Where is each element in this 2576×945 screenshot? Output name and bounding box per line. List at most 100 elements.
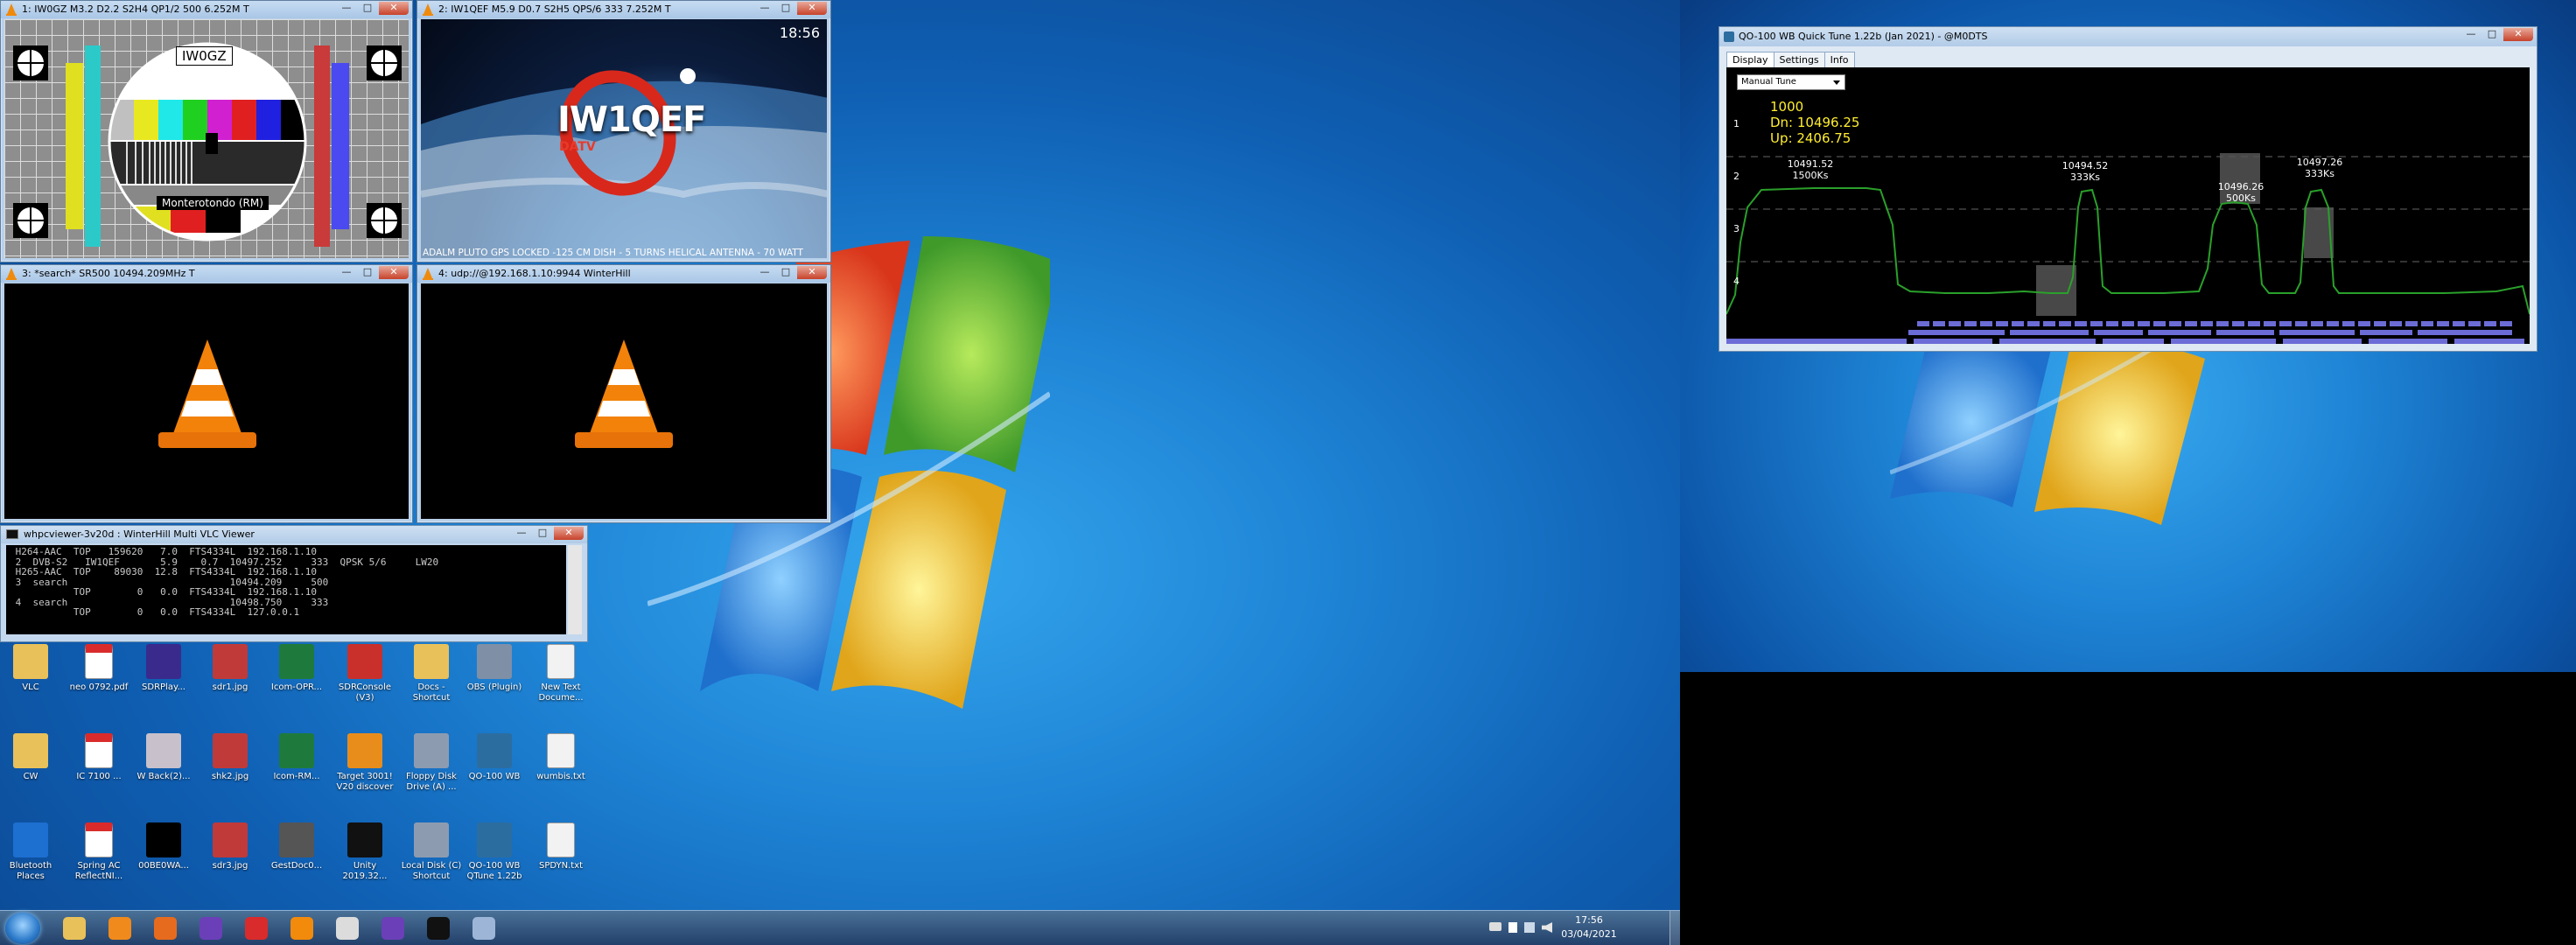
desktop-icon[interactable]: Floppy Disk Drive (A) ... xyxy=(401,733,462,793)
file-icon xyxy=(547,644,575,679)
console-output[interactable]: H264-AAC TOP 159620 7.0 FTS4334L 192.168… xyxy=(6,545,566,634)
console-title: whpcviewer-3v20d : WinterHill Multi VLC … xyxy=(24,528,255,540)
vlc-idle-video-3[interactable] xyxy=(4,284,409,519)
taskbar-button[interactable] xyxy=(415,914,462,943)
vlc-window-4[interactable]: 4: udp://@192.168.1.10:9944 WinterHill —… xyxy=(416,264,831,523)
clock-time[interactable]: 17:56 xyxy=(1563,914,1615,926)
iw1qef-video[interactable]: 18:56 IW1QEF DATV ADALM PLUTO GPS LOCKED… xyxy=(421,19,827,258)
taskbar-button[interactable] xyxy=(233,914,280,943)
desktop-icon[interactable]: neo 0792.pdf xyxy=(68,644,130,693)
vlc-window-3-titlebar[interactable]: 3: *search* SR500 10494.209MHz T — □ ✕ xyxy=(1,265,412,283)
close-button[interactable]: ✕ xyxy=(379,2,409,15)
desktop-icon[interactable]: Local Disk (C) Shortcut xyxy=(401,822,462,882)
signal-label-3[interactable]: 10496.26 500Ks xyxy=(2206,181,2276,204)
maximize-button[interactable]: □ xyxy=(533,527,552,540)
desktop-icon[interactable]: wumbis.txt xyxy=(530,733,592,782)
desktop-icon[interactable]: GestDoc0... xyxy=(266,822,327,872)
desktop-icon[interactable]: New Text Docume... xyxy=(530,644,592,704)
close-button[interactable]: ✕ xyxy=(797,266,827,279)
maximize-button[interactable]: □ xyxy=(358,2,377,15)
desktop-icon[interactable]: SDRPlay... xyxy=(133,644,194,693)
vlc-window-2[interactable]: 2: IW1QEF M5.9 D0.7 S2H5 QPS/6 333 7.252… xyxy=(416,0,831,262)
close-button[interactable]: ✕ xyxy=(379,266,409,279)
maximize-button[interactable]: □ xyxy=(358,266,377,279)
minimize-button[interactable]: — xyxy=(2461,28,2481,41)
desktop-icon[interactable]: shk2.jpg xyxy=(200,733,261,782)
console-scrollbar[interactable] xyxy=(568,545,582,634)
desktop-icon[interactable]: sdr1.jpg xyxy=(200,644,261,693)
maximize-button[interactable]: □ xyxy=(776,2,795,15)
tune-mode-select[interactable]: Manual Tune xyxy=(1737,74,1845,90)
chevron-down-icon[interactable] xyxy=(1833,80,1840,85)
signal-label-4[interactable]: 10497.26 333Ks xyxy=(2285,157,2355,179)
minimize-button[interactable]: — xyxy=(337,2,356,15)
keyboard-icon[interactable] xyxy=(1489,922,1502,931)
window-icon xyxy=(336,917,359,940)
quicktune-window[interactable]: QO-100 WB Quick Tune 1.22b (Jan 2021) - … xyxy=(1718,26,2538,352)
desktop-icon[interactable]: W Back(2)... xyxy=(133,733,194,782)
desktop-icon[interactable]: Icom-OPR... xyxy=(266,644,327,693)
minimize-button[interactable]: — xyxy=(512,527,531,540)
close-button[interactable]: ✕ xyxy=(554,527,584,540)
desktop-icon[interactable]: 00BE0WA... xyxy=(133,822,194,872)
desktop-icon[interactable]: QO-100 WB QTune 1.22b xyxy=(464,822,525,882)
volume-icon[interactable] xyxy=(1542,922,1552,933)
test-card-video[interactable]: IW0GZ Monterotondo (RM) xyxy=(4,19,409,258)
maximize-button[interactable]: □ xyxy=(2482,28,2502,41)
clock-date[interactable]: 03/04/2021 xyxy=(1558,928,1620,940)
taskbar-button[interactable] xyxy=(278,914,326,943)
vlc-window-1-titlebar[interactable]: 1: IW0GZ M3.2 D2.2 S2H4 QP1/2 500 6.252M… xyxy=(1,1,412,18)
spectrum-display[interactable]: Manual Tune 1000 Dn: 10496.25 Up: 2406.7… xyxy=(1726,67,2530,344)
desktop-icon[interactable]: SPDYN.txt xyxy=(530,822,592,872)
taskbar-button[interactable] xyxy=(142,914,189,943)
close-button[interactable]: ✕ xyxy=(797,2,827,15)
desktop-left[interactable]: 1: IW0GZ M3.2 D2.2 S2H4 QP1/2 500 6.252M… xyxy=(0,0,1680,945)
desktop-icon[interactable]: VLC xyxy=(0,644,61,693)
quicktune-titlebar[interactable]: QO-100 WB Quick Tune 1.22b (Jan 2021) - … xyxy=(1719,27,2537,46)
desktop-icon[interactable]: sdr3.jpg xyxy=(200,822,261,872)
desktop-icon[interactable]: Icom-RM... xyxy=(266,733,327,782)
desktop-icon[interactable]: Bluetooth Places xyxy=(0,822,61,882)
tab-info[interactable]: Info xyxy=(1824,52,1855,68)
desktop-icon[interactable]: SDRConsole (V3) xyxy=(334,644,396,704)
desktop-icon[interactable]: Target 3001! V20 discover xyxy=(334,733,396,793)
start-button[interactable] xyxy=(5,913,40,944)
vlc-window-3[interactable]: 3: *search* SR500 10494.209MHz T — □ ✕ xyxy=(0,264,413,523)
taskbar-button[interactable] xyxy=(460,914,508,943)
tab-settings[interactable]: Settings xyxy=(1773,52,1825,68)
vlc-window-4-titlebar[interactable]: 4: udp://@192.168.1.10:9944 WinterHill —… xyxy=(417,265,830,283)
minimize-button[interactable]: — xyxy=(755,266,774,279)
signal-label-2[interactable]: 10494.52 333Ks xyxy=(2050,160,2120,183)
vlc-window-2-titlebar[interactable]: 2: IW1QEF M5.9 D0.7 S2H5 QPS/6 333 7.252… xyxy=(417,1,830,18)
desktop-icon[interactable]: IC 7100 ... xyxy=(68,733,130,782)
flag-icon[interactable] xyxy=(1508,922,1517,933)
vlc-window-1[interactable]: 1: IW0GZ M3.2 D2.2 S2H4 QP1/2 500 6.252M… xyxy=(0,0,413,262)
taskbar-button[interactable] xyxy=(96,914,144,943)
close-button[interactable]: ✕ xyxy=(2503,28,2533,41)
tab-display[interactable]: Display xyxy=(1726,52,1774,68)
desktop-icon[interactable]: Unity 2019.32... xyxy=(334,822,396,882)
desktop-icon-label: OBS (Plugin) xyxy=(466,682,522,692)
console-titlebar[interactable]: whpcviewer-3v20d : WinterHill Multi VLC … xyxy=(1,526,587,543)
desktop-icon[interactable]: Docs - Shortcut xyxy=(401,644,462,704)
spectrum-plot[interactable] xyxy=(1726,67,2530,344)
desktop-icon[interactable]: QO-100 WB xyxy=(464,733,525,782)
network-icon[interactable] xyxy=(1524,922,1535,933)
minimize-button[interactable]: — xyxy=(337,266,356,279)
row-label-2: 2 xyxy=(1733,171,1740,182)
desktop-icon-label: VLC xyxy=(22,682,39,692)
console-window[interactable]: whpcviewer-3v20d : WinterHill Multi VLC … xyxy=(0,525,588,642)
minimize-button[interactable]: — xyxy=(755,2,774,15)
signal-label-1[interactable]: 10491.52 1500Ks xyxy=(1775,158,1845,181)
show-desktop-button[interactable] xyxy=(1670,911,1680,945)
taskbar-button[interactable] xyxy=(369,914,416,943)
desktop-icon[interactable]: OBS (Plugin) xyxy=(464,644,525,693)
desktop-icon-label: GestDoc0... xyxy=(270,861,323,871)
desktop-icon[interactable]: Spring AC ReflectNI... xyxy=(68,822,130,882)
taskbar-button[interactable] xyxy=(324,914,371,943)
vlc-idle-video-4[interactable] xyxy=(421,284,827,519)
taskbar-button[interactable] xyxy=(51,914,98,943)
maximize-button[interactable]: □ xyxy=(776,266,795,279)
desktop-icon[interactable]: CW xyxy=(0,733,61,782)
taskbar-button[interactable] xyxy=(187,914,234,943)
